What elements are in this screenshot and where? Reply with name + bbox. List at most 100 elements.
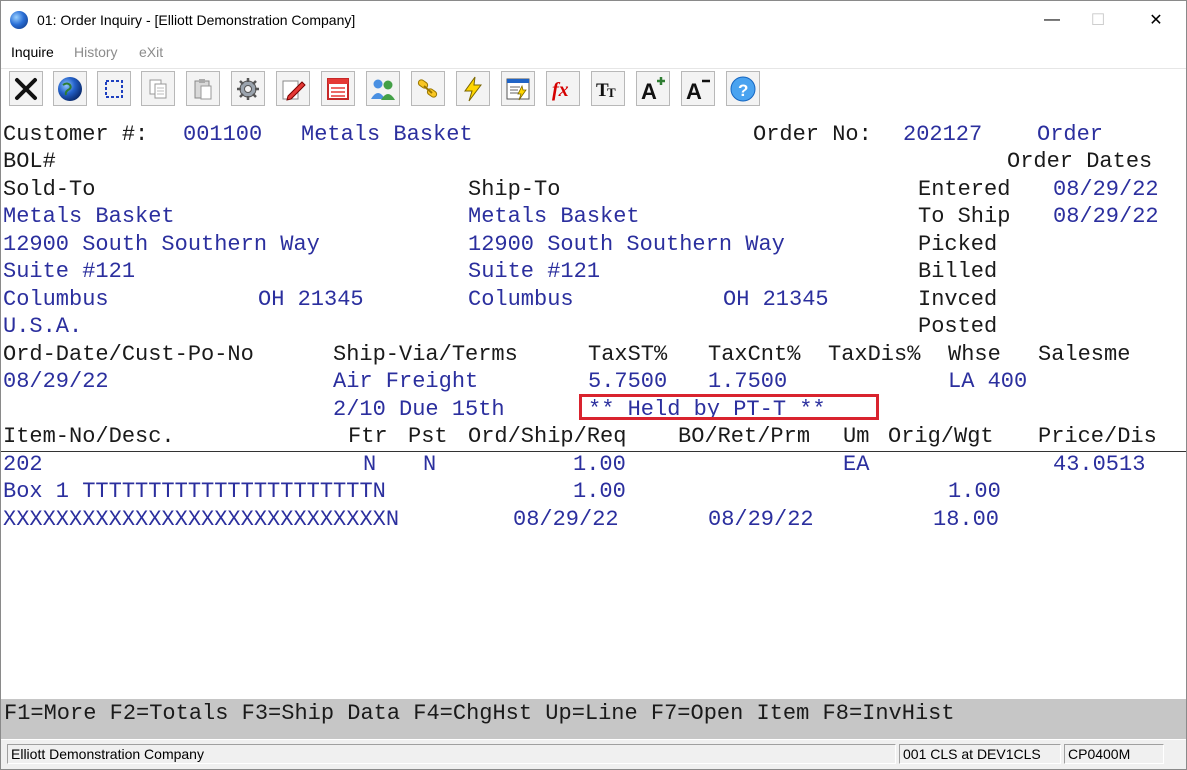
whse-salesman-value: LA 400 xyxy=(948,369,1028,394)
ship-to-label: Ship-To xyxy=(468,177,561,202)
settings-gear-icon[interactable] xyxy=(231,71,265,106)
terms: 2/10 Due 15th xyxy=(333,397,505,422)
ship-to-city: Columbus xyxy=(468,287,574,312)
copy-icon[interactable] xyxy=(141,71,175,106)
line-desc1: Box 1 TTTTTTTTTTTTTTTTTTTTTTN xyxy=(3,479,386,504)
line-req-date: 08/29/22 xyxy=(513,507,619,532)
users-icon[interactable] xyxy=(366,71,400,106)
line-pst: N xyxy=(423,452,437,477)
entered-label: Entered xyxy=(918,177,1011,202)
function-fx-icon[interactable]: fx xyxy=(546,71,580,106)
to-ship-date: 08/29/22 xyxy=(1053,204,1159,229)
decrease-font-icon[interactable]: A xyxy=(681,71,715,106)
svg-text:fx: fx xyxy=(552,79,569,101)
bo-ret-prm-header: BO/Ret/Prm xyxy=(678,424,811,449)
link-icon[interactable] xyxy=(411,71,445,106)
line-prm-date: 08/29/22 xyxy=(708,507,814,532)
taxst-header: TaxST% xyxy=(588,342,668,367)
taxst-value: 5.7500 xyxy=(588,369,668,394)
taxcnt-header: TaxCnt% xyxy=(708,342,801,367)
function-key-legend[interactable]: F1=More F2=Totals F3=Ship Data F4=ChgHst… xyxy=(4,699,955,729)
ship-to-name: Metals Basket xyxy=(468,204,640,229)
ftr-header: Ftr xyxy=(348,424,388,449)
ord-ship-req-header: Ord/Ship/Req xyxy=(468,424,627,449)
line-price: 43.0513 xyxy=(1053,452,1146,477)
order-dates-label: Order Dates xyxy=(1007,149,1153,174)
um-header: Um xyxy=(843,424,870,449)
order-inquiry-screen: Customer #: 001100 Metals Basket Order N… xyxy=(1,121,1186,699)
whse-header: Whse xyxy=(948,342,1001,367)
sold-to-name: Metals Basket xyxy=(3,204,175,229)
report-icon[interactable] xyxy=(501,71,535,106)
bol-label: BOL# xyxy=(3,149,56,174)
function-key-bar: F1=More F2=Totals F3=Ship Data F4=ChgHst… xyxy=(1,699,1186,739)
salesman-header: Salesme xyxy=(1038,342,1131,367)
pst-header: Pst xyxy=(408,424,448,449)
menu-bar: Inquire History eXit xyxy=(1,41,1186,63)
application-window: 01: Order Inquiry - [Elliott Demonstrati… xyxy=(0,0,1187,770)
help-icon[interactable]: ? xyxy=(726,71,760,106)
sold-to-label: Sold-To xyxy=(3,177,96,202)
menu-history[interactable]: History xyxy=(74,44,118,60)
picked-label: Picked xyxy=(918,232,998,257)
orig-wgt-header: Orig/Wgt xyxy=(888,424,994,449)
invced-label: Invced xyxy=(918,287,998,312)
minimize-button[interactable]: — xyxy=(1029,1,1075,39)
sold-to-city: Columbus xyxy=(3,287,109,312)
menu-inquire[interactable]: Inquire xyxy=(11,44,54,60)
ord-date-po-header: Ord-Date/Cust-Po-No xyxy=(3,342,254,367)
customer-label: Customer #: xyxy=(3,122,149,147)
item-desc-header: Item-No/Desc. xyxy=(3,424,175,449)
svg-text:T: T xyxy=(607,85,616,100)
svg-text:A: A xyxy=(686,79,702,103)
sold-to-address1: 12900 South Southern Way xyxy=(3,232,320,257)
order-date: 08/29/22 xyxy=(3,369,109,394)
to-ship-label: To Ship xyxy=(918,204,1011,229)
ship-to-state-zip: OH 21345 xyxy=(723,287,829,312)
font-size-icon[interactable]: TT xyxy=(591,71,625,106)
calendar-icon[interactable] xyxy=(321,71,355,106)
order-number[interactable]: 202127 xyxy=(903,121,982,148)
customer-name: Metals Basket xyxy=(301,122,473,147)
line-desc2: XXXXXXXXXXXXXXXXXXXXXXXXXXXXXN xyxy=(3,507,400,532)
increase-font-icon[interactable]: A xyxy=(636,71,670,106)
line-ship-qty: 1.00 xyxy=(573,479,626,504)
taxcnt-value: 1.7500 xyxy=(708,369,788,394)
title-bar[interactable]: 01: Order Inquiry - [Elliott Demonstrati… xyxy=(1,1,1186,39)
globe-icon[interactable] xyxy=(53,71,87,106)
ship-to-address2: Suite #121 xyxy=(468,259,601,284)
line-um: EA xyxy=(843,452,870,477)
ship-via-terms-header: Ship-Via/Terms xyxy=(333,342,518,367)
billed-label: Billed xyxy=(918,259,998,284)
status-company: Elliott Demonstration Company xyxy=(7,744,896,764)
exit-x-icon[interactable] xyxy=(9,71,43,106)
menu-exit[interactable]: eXit xyxy=(139,44,163,60)
toolbar: fx TT A A ? xyxy=(1,68,1186,111)
taxdis-header: TaxDis% xyxy=(828,342,921,367)
maximize-button[interactable]: ☐ xyxy=(1075,1,1121,39)
customer-number[interactable]: 001100 xyxy=(183,121,262,148)
svg-text:?: ? xyxy=(738,81,748,100)
ship-via: Air Freight xyxy=(333,369,479,394)
posted-label: Posted xyxy=(918,314,998,339)
paste-icon[interactable] xyxy=(186,71,220,106)
app-globe-icon xyxy=(10,11,28,29)
edit-pencil-icon[interactable] xyxy=(276,71,310,106)
status-program: CP0400M xyxy=(1064,744,1164,764)
line-ord-qty: 1.00 xyxy=(573,452,626,477)
line-item-number[interactable]: 202 xyxy=(3,451,43,478)
close-button[interactable]: ✕ xyxy=(1133,1,1179,39)
lightning-icon[interactable] xyxy=(456,71,490,106)
sold-to-country: U.S.A. xyxy=(3,314,83,339)
select-rect-icon[interactable] xyxy=(97,71,131,106)
status-session: 001 CLS at DEV1CLS xyxy=(899,744,1061,764)
window-title: 01: Order Inquiry - [Elliott Demonstrati… xyxy=(37,12,356,28)
ship-to-address1: 12900 South Southern Way xyxy=(468,232,785,257)
order-no-label: Order No: xyxy=(753,122,872,147)
status-bar: Elliott Demonstration Company 001 CLS at… xyxy=(1,740,1186,769)
line-weight: 18.00 xyxy=(933,507,1000,532)
line-ftr: N xyxy=(363,452,377,477)
sold-to-address2: Suite #121 xyxy=(3,259,136,284)
line-orig: 1.00 xyxy=(948,479,1001,504)
price-dis-header: Price/Dis xyxy=(1038,424,1157,449)
